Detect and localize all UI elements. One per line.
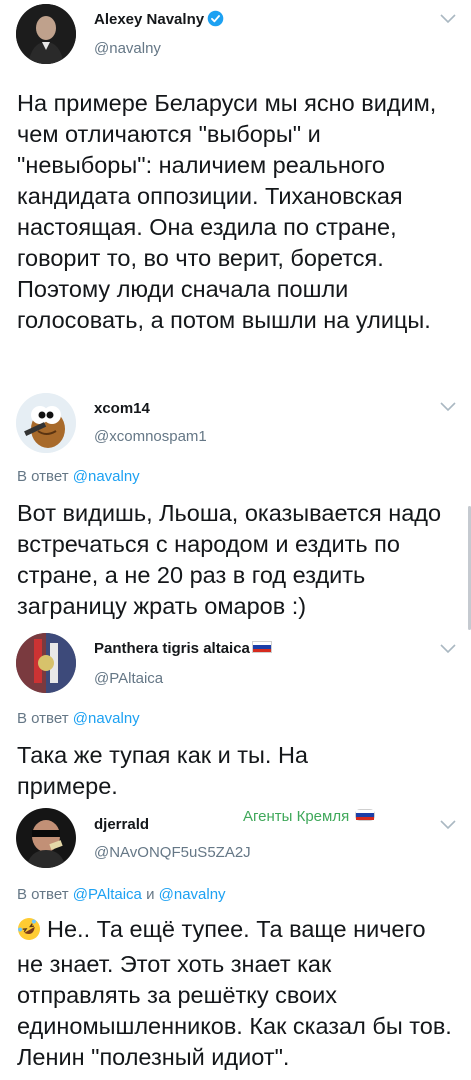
reply-context: В ответ @PAltaica и @navalny xyxy=(17,886,226,903)
reply-prefix: В ответ xyxy=(17,886,69,903)
tweet-text: Така же тупая как и ты. На примере. xyxy=(17,742,308,799)
reply-mention-link[interactable]: @navalny xyxy=(159,886,226,903)
tweet-text: Не.. Та ещё тупее. Та ваще ничего не зна… xyxy=(17,914,457,1073)
tweet-text-content: Не.. Та ещё тупее. Та ваще ничего не зна… xyxy=(17,916,452,1070)
author-handle[interactable]: @NAvONQF5uS5ZA2J xyxy=(94,844,251,861)
author-name-text: Panthera tigris altaica xyxy=(94,640,250,657)
reply-context: В ответ @navalny xyxy=(17,710,140,727)
group-badge-label: Агенты Кремля xyxy=(243,808,350,825)
reply-join: и xyxy=(146,886,155,903)
chevron-down-icon[interactable] xyxy=(440,820,456,830)
reply-mention-link[interactable]: @navalny xyxy=(73,468,140,485)
chevron-down-icon[interactable] xyxy=(440,14,456,24)
avatar-navalny[interactable] xyxy=(16,4,76,64)
author-name[interactable]: Alexey Navalny xyxy=(94,10,224,31)
reply-context: В ответ @navalny xyxy=(17,468,140,485)
avatar-djerrald[interactable] xyxy=(16,808,76,868)
author-handle[interactable]: @navalny xyxy=(94,40,161,57)
russia-flag-icon xyxy=(355,809,376,821)
group-badge: Агенты Кремля xyxy=(243,808,376,825)
chevron-down-icon[interactable] xyxy=(440,402,456,412)
author-name[interactable]: djerrald xyxy=(94,816,149,833)
tweet-text: Вот видишь, Льоша, оказывается надо встр… xyxy=(17,500,442,619)
reply-prefix: В ответ xyxy=(17,710,69,727)
tweet-navalny[interactable]: Alexey Navalny @navalny На примере Белар… xyxy=(0,0,471,390)
reply-mention-link[interactable]: @PAltaica xyxy=(73,886,142,903)
avatar-xcom14[interactable] xyxy=(16,393,76,453)
verified-badge-icon xyxy=(207,10,224,31)
tweet-djerrald[interactable]: djerrald Агенты Кремля @NAvONQF5uS5ZA2J … xyxy=(0,802,471,1080)
author-handle[interactable]: @PAltaica xyxy=(94,670,163,687)
author-handle[interactable]: @xcomnospam1 xyxy=(94,428,207,445)
reply-prefix: В ответ xyxy=(17,468,69,485)
chevron-down-icon[interactable] xyxy=(440,644,456,654)
author-name[interactable]: Panthera tigris altaica xyxy=(94,640,272,657)
rolling-on-floor-laughing-emoji-icon xyxy=(17,917,41,949)
tweet-xcom14[interactable]: xcom14 @xcomnospam1 В ответ @navalny Вот… xyxy=(0,390,471,630)
author-name[interactable]: xcom14 xyxy=(94,400,150,417)
avatar-paltaica[interactable] xyxy=(16,633,76,693)
tweet-text: На примере Беларуси мы ясно видим, чем о… xyxy=(17,90,437,333)
reply-mention-link[interactable]: @navalny xyxy=(73,710,140,727)
author-name-text: Alexey Navalny xyxy=(94,11,205,28)
tweet-paltaica[interactable]: Panthera tigris altaica @PAltaica В отве… xyxy=(0,630,471,802)
russia-flag-icon xyxy=(251,641,272,653)
